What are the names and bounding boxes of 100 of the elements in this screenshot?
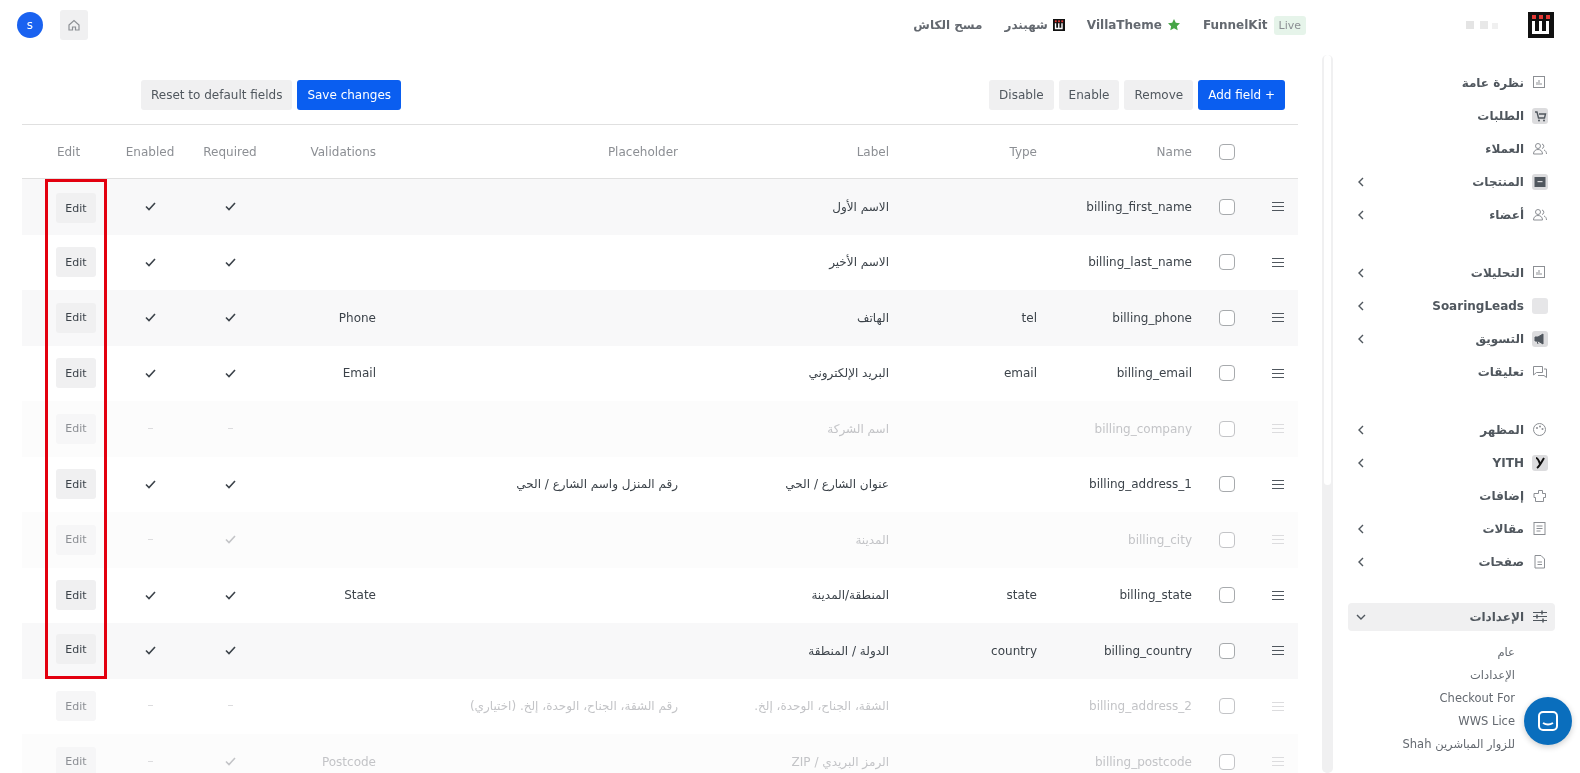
table-cell: Postcode: [321, 754, 376, 769]
table-cell: الهاتف: [857, 310, 889, 325]
sidebar-item[interactable]: التسويق: [1348, 322, 1555, 355]
table-cell: Phone: [338, 310, 376, 325]
sidebar-item[interactable]: الإعدادات: [1348, 603, 1555, 631]
edit-button[interactable]: Edit: [56, 469, 96, 500]
sidebar-item[interactable]: SoaringLeads: [1348, 289, 1555, 322]
column-header: Placeholder: [606, 144, 679, 159]
table-cell: country: [991, 643, 1037, 658]
reset-button[interactable]: Reset to default fields: [141, 80, 293, 110]
sidebar-item[interactable]: مقالات: [1348, 512, 1555, 545]
sidebar-item[interactable]: المظهر: [1348, 413, 1555, 446]
sidebar-item[interactable]: الطلبات: [1348, 99, 1555, 132]
table-cell: billing_last_name: [1088, 255, 1192, 270]
edit-button[interactable]: Edit: [56, 193, 96, 224]
table-cell: billing_country: [1103, 643, 1192, 658]
row-checkbox[interactable]: [1219, 365, 1235, 382]
sliders-icon: [1532, 609, 1548, 625]
table-cell: رقم الشقة، الجناح، الوحدة، إلخ. (اختياري): [469, 699, 678, 714]
toolbar-link[interactable]: VillaTheme: [1086, 18, 1181, 32]
home-button[interactable]: [60, 10, 88, 40]
select-all-checkbox[interactable]: [1219, 143, 1235, 160]
row-checkbox[interactable]: [1219, 198, 1235, 215]
drag-handle-icon[interactable]: [1272, 590, 1284, 600]
submenu-item[interactable]: WWS Lice: [1458, 710, 1515, 733]
home-icon: [67, 18, 81, 32]
sidebar-item[interactable]: العملاء: [1348, 132, 1555, 165]
table-cell: billing_postcode: [1094, 754, 1192, 769]
row-checkbox[interactable]: [1219, 531, 1235, 548]
table-cell: State: [344, 588, 376, 603]
table-cell: الرمز البريدي / ZIP: [791, 754, 889, 769]
row-checkbox[interactable]: [1219, 309, 1235, 326]
row-checkbox[interactable]: [1219, 642, 1235, 659]
table-cell: المنطقة/المدينة: [811, 588, 889, 603]
chart-icon: [1532, 264, 1548, 281]
disable-button[interactable]: Disable: [989, 80, 1054, 110]
toolbar-link[interactable]: مسح الكاش: [913, 18, 983, 32]
drag-handle-icon[interactable]: [1272, 646, 1284, 656]
sidebar-item[interactable]: صفحات: [1348, 545, 1555, 578]
table-cell: Email: [342, 366, 376, 381]
submenu-item[interactable]: Checkout For: [1439, 687, 1515, 710]
user-avatar[interactable]: s: [17, 12, 43, 38]
cart-icon: [1532, 107, 1548, 124]
sidebar-item[interactable]: YITH: [1348, 446, 1555, 479]
submenu-item[interactable]: Shah للزوار المباشرين: [1402, 733, 1515, 756]
table-cell: billing_city: [1128, 532, 1192, 547]
column-header: Type: [1008, 144, 1038, 159]
row-checkbox[interactable]: [1219, 476, 1235, 493]
edit-button[interactable]: Edit: [56, 580, 96, 611]
add-field-button[interactable]: Add field +: [1198, 80, 1285, 110]
drag-handle-icon[interactable]: [1272, 313, 1284, 323]
blank-square-icon: [1532, 297, 1548, 314]
sidebar-item[interactable]: التحليلات: [1348, 256, 1555, 289]
drag-handle-icon[interactable]: [1272, 202, 1284, 212]
table-cell: state: [1006, 588, 1037, 603]
edit-button[interactable]: Edit: [56, 302, 96, 333]
toolbar-link[interactable]: FunnelKit: [1202, 18, 1268, 32]
table-cell: billing_company: [1094, 421, 1192, 436]
row-checkbox[interactable]: [1219, 587, 1235, 604]
column-header: Validations: [309, 144, 377, 159]
site-logo[interactable]: [1528, 12, 1554, 38]
sidebar-item[interactable]: إضافات: [1348, 479, 1555, 512]
table-cell: البريد الإلكتروني: [808, 366, 889, 381]
archive-icon: [1532, 173, 1548, 190]
puzzle-icon: [1532, 487, 1548, 504]
drag-handle-icon[interactable]: [1272, 368, 1284, 378]
chart-icon: [1532, 74, 1548, 91]
remove-button[interactable]: Remove: [1124, 80, 1194, 110]
sidebar-item[interactable]: المنتجات: [1348, 165, 1555, 198]
table-cell: billing_address_2: [1089, 699, 1192, 714]
table-cell: tel: [1021, 310, 1037, 325]
logo-icon: [1052, 19, 1065, 31]
megaphone-icon: [1532, 330, 1548, 347]
sidebar-item[interactable]: تعليقات: [1348, 355, 1555, 388]
submenu-item[interactable]: الإعدادات: [1470, 664, 1515, 687]
table-cell: الاسم الأخير: [829, 255, 889, 270]
yith-icon: [1532, 454, 1548, 471]
users-icon: [1532, 206, 1548, 223]
edit-button[interactable]: Edit: [56, 634, 96, 665]
column-header: Name: [1155, 144, 1193, 159]
table-cell: billing_phone: [1112, 310, 1192, 325]
table-cell: الاسم الأول: [832, 199, 889, 214]
sidebar-item[interactable]: نظرة عامة: [1348, 66, 1555, 99]
save-button[interactable]: Save changes: [297, 80, 402, 110]
enable-button[interactable]: Enable: [1058, 80, 1120, 110]
edit-button[interactable]: Edit: [56, 358, 96, 389]
sidebar-item[interactable]: أعضاء: [1348, 198, 1555, 231]
table-cell: الدولة / المنطقة: [808, 643, 889, 658]
chat-button[interactable]: [1524, 697, 1572, 745]
toolbar-link[interactable]: شهبندر: [1004, 18, 1065, 32]
row-checkbox[interactable]: [1219, 698, 1235, 715]
drag-handle-icon[interactable]: [1272, 479, 1284, 489]
row-checkbox[interactable]: [1219, 753, 1235, 770]
row-checkbox[interactable]: [1219, 420, 1235, 437]
table-cell: المدينة: [855, 532, 889, 547]
edit-button[interactable]: Edit: [56, 247, 96, 278]
column-header: Required: [202, 144, 258, 159]
row-checkbox[interactable]: [1219, 254, 1235, 271]
submenu-item[interactable]: عام: [1497, 641, 1515, 664]
drag-handle-icon[interactable]: [1272, 257, 1284, 267]
